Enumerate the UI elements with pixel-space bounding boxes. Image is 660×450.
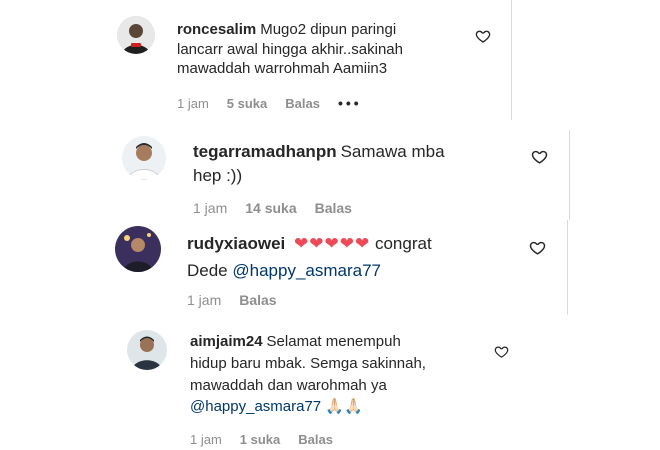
reply-button[interactable]: Balas [239, 292, 276, 308]
username[interactable]: rudyxiaowei [187, 234, 285, 253]
timestamp: 1 jam [177, 95, 209, 111]
divider [567, 220, 568, 315]
comment-line: hidup baru mbak. Semga sakinnah, [190, 354, 426, 372]
timestamp: 1 jam [190, 432, 222, 447]
comment-line: congrat [374, 234, 432, 253]
comment-text: tegarramadhanpn Samawa mba hep :)) [193, 140, 493, 188]
likes-count[interactable]: 5 suka [227, 96, 267, 111]
heart-outline-icon[interactable] [531, 148, 548, 165]
more-options-icon[interactable]: ••• [338, 95, 362, 111]
pray-emoji: 🙏🏻🙏🏻 [325, 398, 363, 416]
reply-button[interactable]: Balas [315, 200, 352, 216]
comment-line: mawaddah warrohmah Aamiin3 [177, 60, 388, 77]
timestamp: 1 jam [193, 200, 228, 216]
comment-line: hep :)) [193, 165, 243, 185]
heart-outline-icon[interactable] [529, 239, 546, 256]
comment-3: rudyxiaowei ❤❤❤❤❤ congrat Dede @happy_as… [0, 220, 660, 320]
avatar[interactable] [122, 136, 166, 180]
likes-count[interactable]: 14 suka [245, 200, 296, 216]
comment-meta: 1 jam 14 suka Balas [193, 200, 370, 216]
comment-line: Selamat menempuh [266, 333, 401, 350]
divider [569, 130, 570, 220]
username[interactable]: tegarramadhanpn [193, 142, 337, 161]
timestamp: 1 jam [187, 292, 222, 308]
likes-count[interactable]: 1 suka [240, 432, 280, 447]
comment-line: lancarr awal hingga akhir..sakinah [177, 40, 403, 58]
heart-outline-icon[interactable] [475, 28, 491, 44]
avatar[interactable] [127, 330, 167, 370]
heart-outline-icon[interactable] [494, 344, 509, 359]
comment-line: Dede [187, 261, 228, 281]
comment-meta: 1 jam 1 suka Balas [190, 432, 351, 447]
avatar[interactable] [115, 226, 161, 272]
comment-2: tegarramadhanpn Samawa mba hep :)) 1 jam … [0, 120, 660, 220]
mention-link[interactable]: @happy_asmara77 [190, 398, 321, 415]
comment-text: rudyxiaowei ❤❤❤❤❤ congrat Dede @happy_as… [187, 230, 507, 284]
username[interactable]: aimjaim24 [190, 333, 263, 350]
hearts-emoji: ❤❤❤❤❤ [294, 234, 371, 253]
divider [511, 0, 512, 120]
comment-text: aimjaim24 Selamat menempuh hidup baru mba… [190, 331, 490, 418]
comment-line: mawaddah dan warohmah ya [190, 376, 387, 394]
username[interactable]: roncesalim [177, 21, 256, 38]
mention-link[interactable]: @happy_asmara77 [232, 261, 381, 280]
reply-button[interactable]: Balas [298, 432, 333, 447]
comment-line: Mugo2 dipun paringi [260, 21, 397, 38]
comment-1: roncesalim Mugo2 dipun paringi lancarr aw… [0, 0, 660, 120]
reply-button[interactable]: Balas [285, 96, 320, 111]
comment-line: Samawa mba [340, 142, 445, 161]
comment-text: roncesalim Mugo2 dipun paringi lancarr aw… [177, 20, 467, 79]
comment-meta: 1 jam Balas [187, 292, 295, 308]
comment-4: aimjaim24 Selamat menempuh hidup baru mba… [0, 320, 660, 450]
avatar[interactable] [117, 16, 155, 54]
comment-meta: 1 jam 5 suka Balas ••• [177, 95, 380, 111]
